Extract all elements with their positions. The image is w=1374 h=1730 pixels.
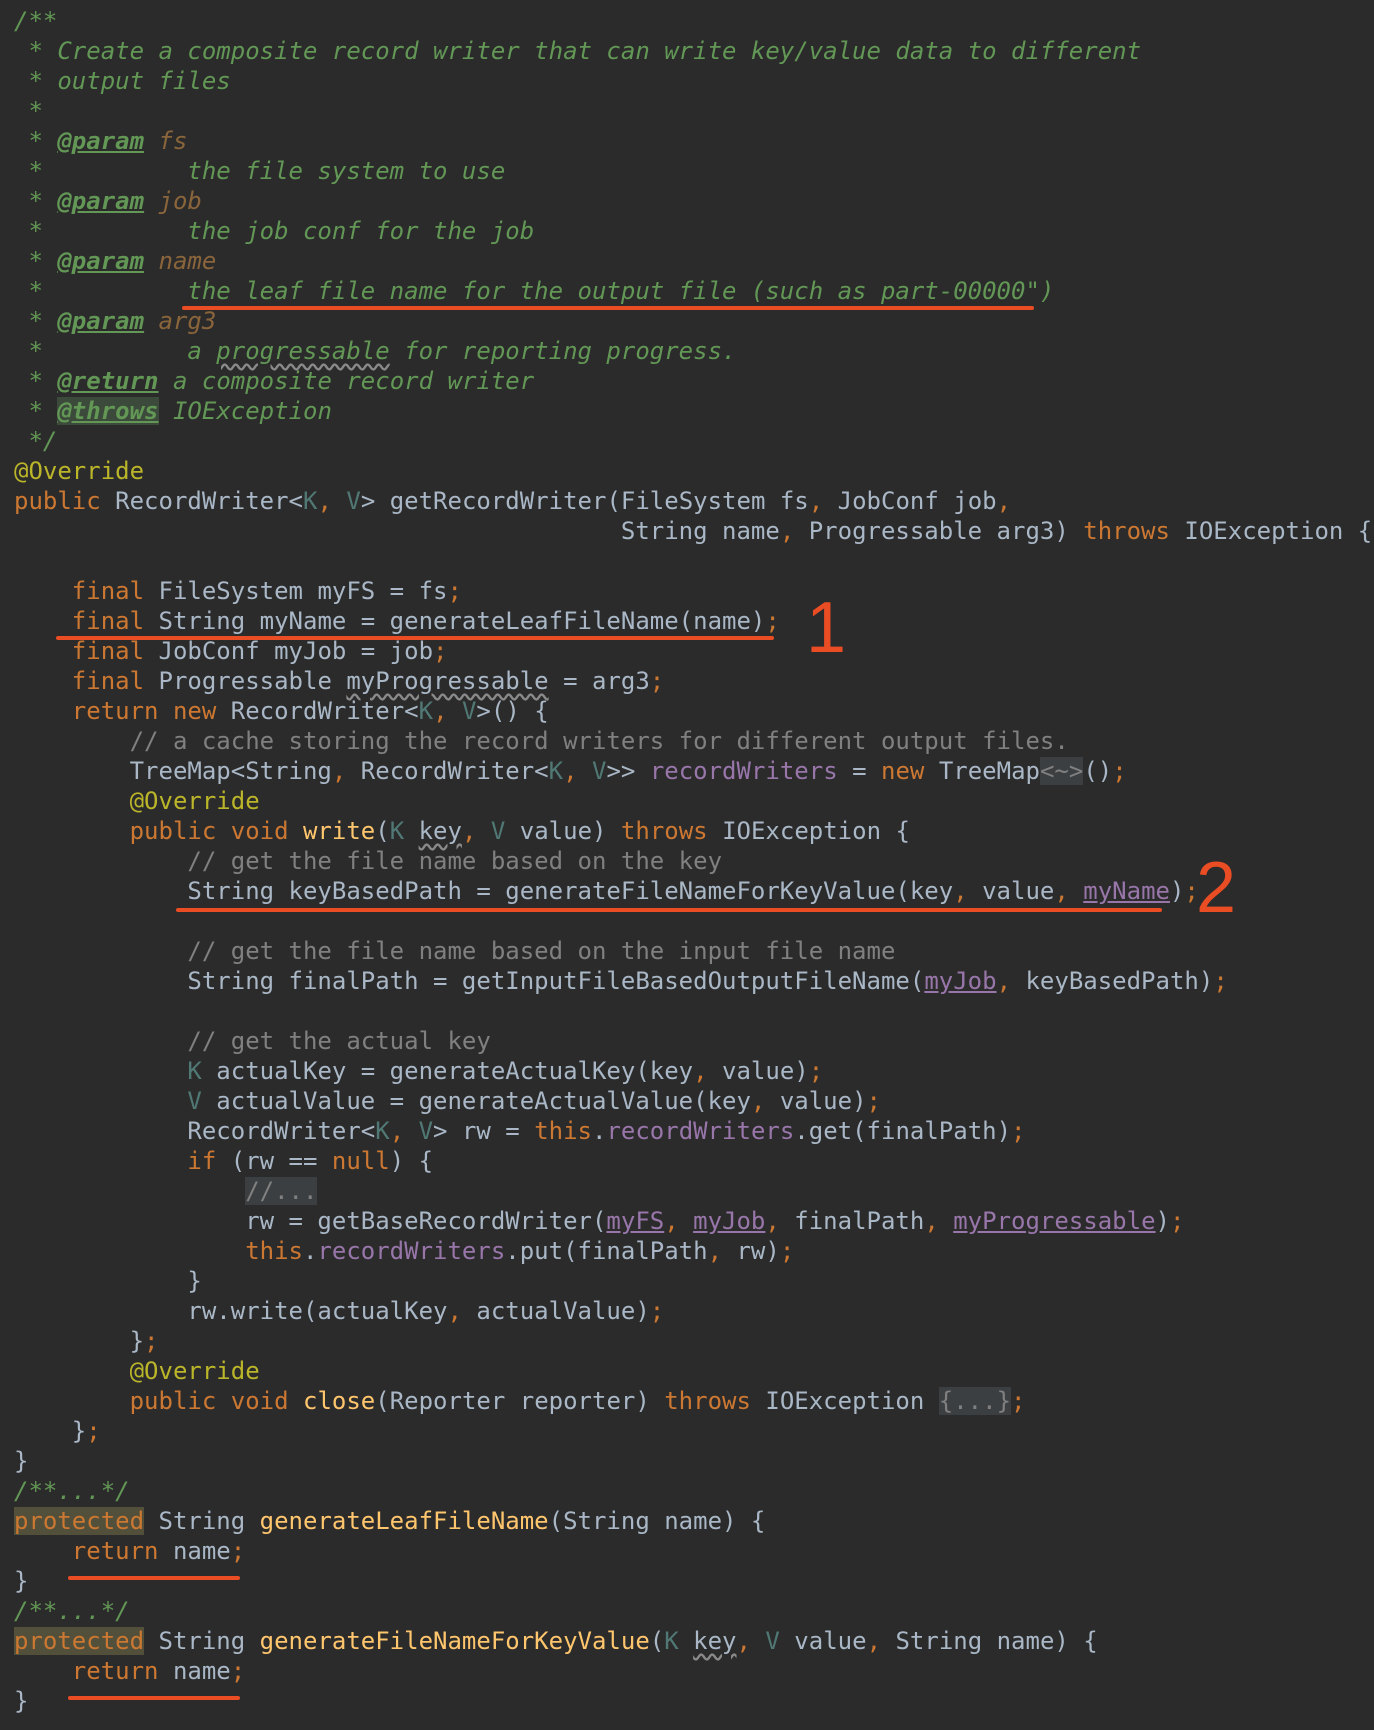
code-line: public RecordWriter<K, V> getRecordWrite… — [14, 487, 1012, 515]
code-line: final JobConf myJob = job; — [71, 637, 448, 665]
code-line: public void close(Reporter reporter) thr… — [129, 1387, 1026, 1415]
code-line: String keyBasedPath = generateFileNameFo… — [14, 877, 1199, 905]
code-line: * — [14, 97, 43, 125]
code-line: @Override — [14, 457, 145, 485]
code-line: rw = getBaseRecordWriter(myFS, myJob, fi… — [14, 1207, 1185, 1235]
code-line: * output files — [14, 67, 231, 95]
code-line: }; — [14, 1417, 101, 1445]
code-line: * a progressable for reporting progress. — [14, 337, 737, 365]
code-line: * Create a composite record writer that … — [14, 37, 1142, 65]
annotation-underline — [176, 908, 1162, 912]
code-line: final Progressable myProgressable = arg3… — [71, 667, 665, 695]
code-line: this.recordWriters.put(finalPath, rw); — [245, 1237, 795, 1265]
code-line: final String myName = generateLeafFileNa… — [71, 607, 780, 635]
code-line: protected String generateLeafFileName(St… — [14, 1507, 766, 1535]
annotation-underline — [182, 306, 1034, 310]
code-line: } — [14, 1447, 29, 1475]
code-line: } — [14, 1267, 202, 1295]
annotation-underline — [56, 636, 774, 640]
code-line: * @throws IOException — [14, 397, 332, 425]
code-line: V actualValue = generateActualValue(key,… — [187, 1087, 881, 1115]
code-editor[interactable]: /** * Create a composite record writer t… — [14, 6, 1372, 1716]
code-line: return name; — [71, 1657, 246, 1685]
code-line: if (rw == null) { — [187, 1147, 434, 1175]
annotation-marker-2: 2 — [1196, 848, 1237, 928]
code-line: * the job conf for the job — [14, 217, 535, 245]
code-line: String name, Progressable arg3) throws I… — [14, 517, 1373, 545]
code-line: * @param arg3 — [14, 307, 217, 335]
code-line: protected String generateFileNameForKeyV… — [14, 1627, 1098, 1655]
code-line: } — [14, 1567, 29, 1595]
code-line: final FileSystem myFS = fs; — [71, 577, 462, 605]
code-line: /**...*/ — [14, 1597, 130, 1625]
code-line: }; — [14, 1327, 159, 1355]
code-line: @Override — [129, 1357, 260, 1385]
annotation-underline — [68, 1696, 240, 1700]
code-line: * @return a composite record writer — [14, 367, 535, 395]
code-line: // get the actual key — [187, 1027, 491, 1055]
code-line: * @param fs — [14, 127, 188, 155]
code-line: // get the file name based on the key — [187, 847, 723, 875]
annotation-underline — [68, 1576, 240, 1580]
code-line: * the file system to use — [14, 157, 506, 185]
code-line: return name; — [71, 1537, 246, 1565]
code-line: // get the file name based on the input … — [187, 937, 896, 965]
code-line: return new RecordWriter<K, V>() { — [71, 697, 549, 725]
code-line: RecordWriter<K, V> rw = this.recordWrite… — [14, 1117, 1026, 1145]
code-line: K actualKey = generateActualKey(key, val… — [187, 1057, 824, 1085]
code-line: /** — [14, 7, 58, 35]
code-line: @Override — [129, 787, 260, 815]
code-line: rw.write(actualKey, actualValue); — [14, 1297, 665, 1325]
code-line: String finalPath = getInputFileBasedOutp… — [14, 967, 1228, 995]
code-line: } — [14, 1687, 29, 1715]
code-line: //... — [245, 1177, 318, 1205]
code-line: public void write(K key, V value) throws… — [129, 817, 910, 845]
code-line: // a cache storing the record writers fo… — [129, 727, 1069, 755]
code-line: TreeMap<String, RecordWriter<K, V>> reco… — [14, 757, 1127, 785]
code-line: */ — [14, 427, 58, 455]
code-line: * @param name — [14, 247, 217, 275]
code-line: * @param job — [14, 187, 202, 215]
code-line: /**...*/ — [14, 1477, 130, 1505]
code-line: * the leaf file name for the output file… — [14, 277, 1055, 305]
annotation-marker-1: 1 — [806, 588, 847, 668]
